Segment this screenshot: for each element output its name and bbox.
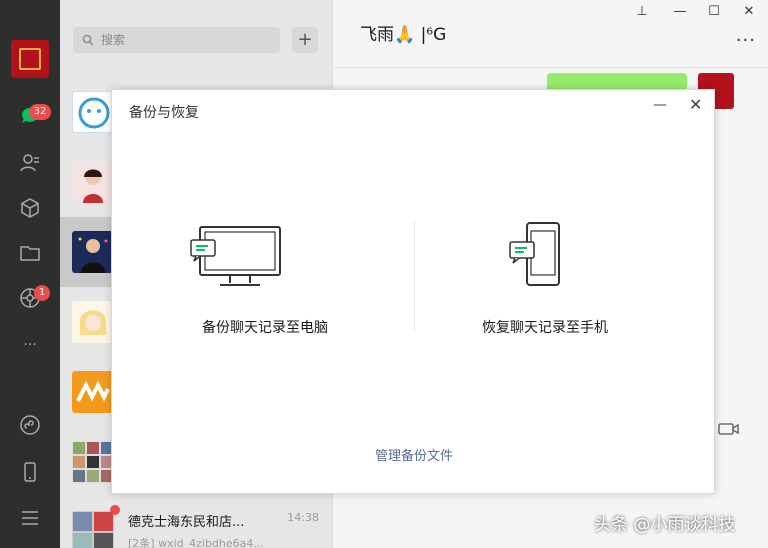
dialog-close-button[interactable]: ✕ (689, 95, 702, 114)
computer-icon (190, 226, 281, 286)
contact-avatar (72, 301, 114, 343)
phone-icon[interactable] (18, 461, 42, 485)
dialog-minimize-button[interactable]: — (653, 97, 667, 113)
backup-restore-dialog: 备份与恢复 — ✕ 备份聊天记录至电脑 恢复聊天记录至手机 管理备份文件 (111, 89, 715, 494)
contact-avatar (72, 231, 114, 273)
unread-dot (110, 505, 120, 515)
files-icon[interactable] (18, 242, 42, 266)
moments-badge: 1 (34, 285, 50, 301)
maximize-button[interactable]: ☐ (704, 4, 724, 19)
chat-title: 飞雨🙏 |⁶G (360, 25, 447, 45)
video-call-icon[interactable] (718, 422, 740, 440)
backup-to-pc-label: 备份聊天记录至电脑 (202, 320, 328, 336)
restore-to-phone-option[interactable]: 恢复聊天记录至手机 (425, 220, 665, 340)
search-icon (82, 27, 94, 55)
favorites-icon[interactable] (18, 197, 42, 221)
minimize-button[interactable]: — (670, 4, 690, 19)
close-button[interactable]: ✕ (739, 4, 759, 19)
chat-unread-badge: 32 (29, 104, 51, 120)
chat-more-button[interactable]: ··· (736, 30, 756, 51)
group-avatar (72, 441, 114, 483)
contact-name: 德克士海东民和店... (128, 515, 245, 530)
message-time: 14:38 (287, 511, 319, 524)
left-nav: 32 1 ··· (0, 0, 60, 548)
mini-program-icon[interactable] (18, 414, 42, 438)
backup-to-pc-option[interactable]: 备份聊天记录至电脑 (145, 220, 385, 340)
search-placeholder: 搜索 (101, 33, 126, 47)
pin-button[interactable]: ⊥ (632, 4, 652, 19)
menu-icon[interactable] (18, 507, 42, 531)
search-input[interactable]: 搜索 (73, 27, 280, 53)
options-divider (414, 220, 415, 332)
contacts-icon[interactable] (18, 152, 42, 176)
user-avatar[interactable] (11, 40, 49, 78)
phone-icon (509, 222, 560, 286)
header-divider (334, 67, 768, 68)
dialog-title: 备份与恢复 (129, 105, 199, 121)
group-avatar (72, 511, 114, 548)
list-item[interactable]: 德克士海东民和店... 14:38 [2条] wxid_4zibdhe6a4..… (60, 497, 333, 548)
manage-backup-files-link[interactable]: 管理备份文件 (112, 445, 716, 464)
message-preview: [2条] wxid_4zibdhe6a4... (128, 537, 264, 548)
contact-avatar (72, 161, 114, 203)
restore-to-phone-label: 恢复聊天记录至手机 (482, 320, 608, 336)
contact-avatar (72, 371, 114, 413)
more-icon[interactable]: ··· (18, 333, 42, 357)
contact-avatar (72, 91, 114, 133)
watermark: 头条 @小雨谈科技 (594, 515, 736, 535)
add-chat-button[interactable]: + (292, 27, 318, 53)
